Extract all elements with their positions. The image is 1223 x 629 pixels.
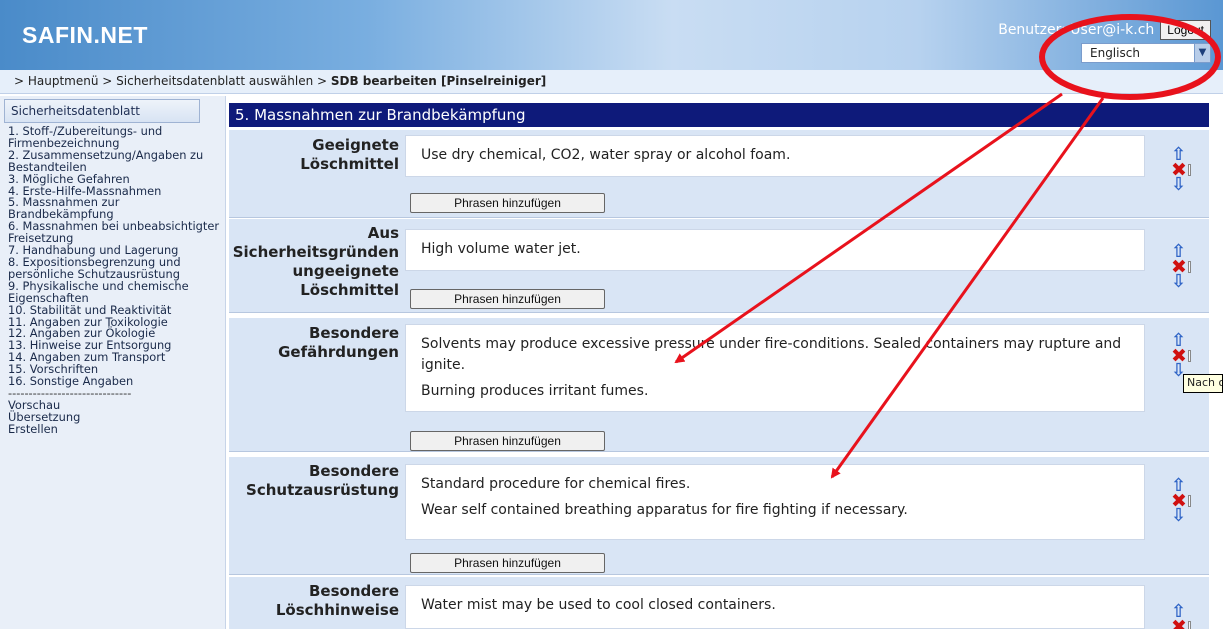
sidebar-tab[interactable]: Sicherheitsdatenblatt: [4, 99, 200, 123]
phrase-line: Burning produces irritant fumes.: [421, 383, 649, 399]
phrase-line: Standard procedure for chemical fires.: [421, 476, 691, 492]
row-actions: ⇧ ✖ ⇩: [1171, 477, 1191, 525]
sidebar-nav: 1. Stoff-/Zubereitungs- und Firmenbezeic…: [0, 125, 225, 436]
section-title: 5. Massnahmen zur Brandbekämpfung: [229, 103, 1209, 127]
add-phrases-button[interactable]: Phrasen hinzufügen: [410, 431, 605, 451]
language-select[interactable]: Englisch ▼: [1081, 43, 1211, 63]
app-header: SAFIN.NET Benutzer: User@i-k.ch Logout E…: [0, 0, 1223, 70]
tooltip: Nach oben: [1183, 374, 1223, 393]
field-row: Aus Sicherheitsgründen ungeeignete Lösch…: [229, 219, 1209, 313]
breadcrumb-current: SDB bearbeiten [Pinselreiniger]: [330, 74, 547, 88]
row-actions: ⇧ ✖ ⇩: [1171, 332, 1191, 380]
sidebar-item[interactable]: 8. Expositionsbegrenzung und persönliche…: [8, 256, 221, 281]
move-down-icon[interactable]: ⇩: [1171, 507, 1191, 525]
sidebar: Sicherheitsdatenblatt 1. Stoff-/Zubereit…: [0, 96, 226, 629]
phrase-line: Wear self contained breathing apparatus …: [421, 502, 908, 518]
row-actions: ⇧ ✖ ⇩: [1171, 146, 1191, 194]
language-value: Englisch: [1090, 46, 1140, 60]
logout-button[interactable]: Logout: [1160, 20, 1211, 40]
move-down-icon[interactable]: ⇩: [1171, 273, 1191, 291]
field-row: Geeignete Löschmittel Use dry chemical, …: [229, 130, 1209, 218]
field-textbox[interactable]: Solvents may produce excessive pressure …: [405, 324, 1145, 412]
field-label: Besondere Gefährdungen: [278, 324, 399, 361]
add-phrases-button[interactable]: Phrasen hinzufügen: [410, 289, 605, 309]
sidebar-item[interactable]: 9. Physikalische und chemische Eigenscha…: [8, 280, 221, 305]
brand-logo: SAFIN.NET: [22, 22, 148, 48]
field-row: Besondere Löschhinweise Water mist may b…: [229, 577, 1209, 629]
phrase-line: Water mist may be used to cool closed co…: [421, 597, 776, 613]
document-icon[interactable]: [1187, 164, 1191, 176]
field-textbox[interactable]: Use dry chemical, CO2, water spray or al…: [405, 135, 1145, 177]
sidebar-item[interactable]: 5. Massnahmen zur Brandbekämpfung: [8, 197, 221, 221]
field-row: Besondere Schutzausrüstung Standard proc…: [229, 457, 1209, 575]
field-label: Geeignete Löschmittel: [300, 136, 399, 173]
move-down-icon[interactable]: ⇩: [1171, 176, 1191, 194]
sidebar-item-erstellen[interactable]: Erstellen: [8, 423, 221, 436]
add-phrases-button[interactable]: Phrasen hinzufügen: [410, 553, 605, 573]
breadcrumb: > Hauptmenü > Sicherheitsdatenblatt ausw…: [0, 70, 1223, 94]
phrase-line: Use dry chemical, CO2, water spray or al…: [421, 147, 791, 163]
field-label: Besondere Löschhinweise: [275, 582, 399, 619]
field-textbox[interactable]: High volume water jet.: [405, 229, 1145, 271]
user-label: Benutzer: User@i-k.ch: [998, 22, 1155, 38]
chevron-down-icon[interactable]: ▼: [1194, 44, 1210, 62]
sidebar-item[interactable]: 6. Massnahmen bei unbeabsichtigter Freis…: [8, 220, 221, 245]
field-textbox[interactable]: Standard procedure for chemical fires. W…: [405, 464, 1145, 540]
field-textbox[interactable]: Water mist may be used to cool closed co…: [405, 585, 1145, 629]
field-label: Besondere Schutzausrüstung: [246, 462, 399, 499]
document-icon[interactable]: [1187, 621, 1191, 629]
document-icon[interactable]: [1187, 350, 1191, 362]
main-content: 5. Massnahmen zur Brandbekämpfung Geeign…: [226, 96, 1223, 629]
delete-icon[interactable]: ✖: [1171, 618, 1187, 629]
user-bar: Benutzer: User@i-k.ch Logout: [998, 20, 1211, 40]
phrase-line: Solvents may produce excessive pressure …: [421, 336, 1122, 373]
sidebar-item[interactable]: 2. Zusammensetzung/Angaben zu Bestandtei…: [8, 149, 221, 174]
sidebar-item[interactable]: 1. Stoff-/Zubereitungs- und Firmenbezeic…: [8, 125, 221, 150]
breadcrumb-path[interactable]: > Hauptmenü > Sicherheitsdatenblatt ausw…: [14, 74, 331, 88]
document-icon[interactable]: [1187, 495, 1191, 507]
document-icon[interactable]: [1187, 261, 1191, 273]
field-label: Aus Sicherheitsgründen ungeeignete Lösch…: [232, 224, 399, 299]
add-phrases-button[interactable]: Phrasen hinzufügen: [410, 193, 605, 213]
phrase-line: High volume water jet.: [421, 241, 581, 257]
row-actions: ⇧ ✖: [1171, 603, 1191, 629]
sidebar-item[interactable]: 16. Sonstige Angaben: [8, 375, 221, 388]
row-actions: ⇧ ✖ ⇩: [1171, 243, 1191, 291]
field-row: Besondere Gefährdungen Solvents may prod…: [229, 318, 1209, 452]
